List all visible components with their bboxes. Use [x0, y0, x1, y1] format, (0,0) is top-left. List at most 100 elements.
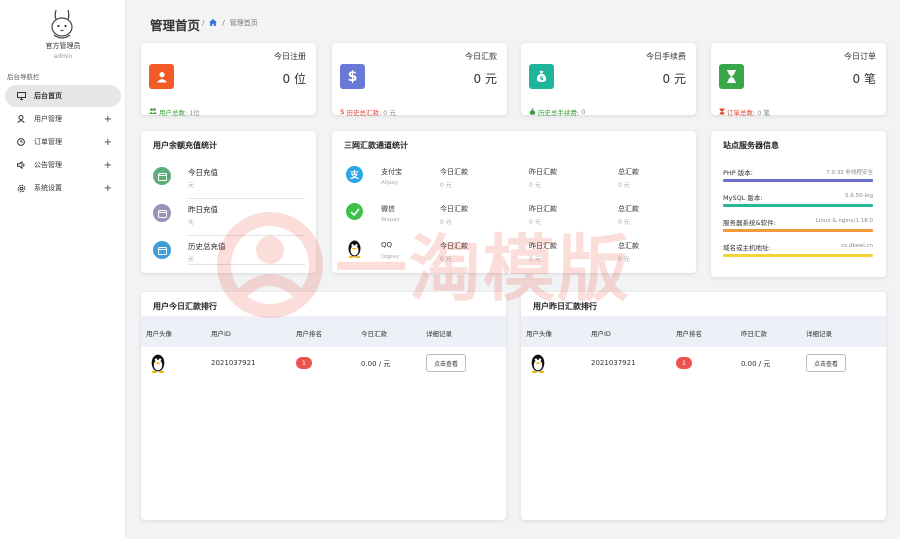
home-icon[interactable] — [209, 18, 218, 28]
user-icon — [14, 115, 28, 123]
table-header: 用户头像 用户ID 用户排名 今日汇款 详细记录 — [141, 316, 506, 347]
balance-stats-card: 用户余额充值统计 今日充值 元 昨日充值 元 历史总充值 元 — [141, 131, 316, 273]
col-head: 今日汇款 — [440, 242, 468, 250]
card-title: 三网汇款通道统计 — [344, 141, 408, 150]
monitor-icon — [14, 92, 28, 100]
expand-icon[interactable]: + — [104, 160, 112, 171]
sidebar-item-label: 系统设置 — [34, 184, 62, 192]
col-value: 0 元 — [440, 219, 452, 226]
stat-footer-label: 订单总数: — [727, 109, 756, 117]
calendar-icon — [153, 241, 171, 259]
item-unit: 元 — [188, 219, 195, 226]
stat-title: 今日注册 — [274, 52, 306, 61]
list-item: 昨日充值 元 — [153, 199, 303, 236]
list-item: 今日充值 元 — [153, 162, 303, 199]
stat-footer-label: 历史总手续费: — [538, 109, 580, 117]
breadcrumb-separator: / — [222, 19, 225, 27]
stat-card-fees: 今日手续费 $ 0 元 历史总手续费: 0 — [521, 43, 696, 117]
stat-card-remittance: 今日汇款 $ 0 元 $ 历史总汇款: 0 元 — [332, 43, 507, 117]
admin-name: 官方管理员 — [45, 42, 81, 50]
stat-footer: 历史总手续费: 0 — [529, 107, 585, 117]
stat-footer-value: 1位 — [189, 109, 200, 117]
rank-badge: 1 — [676, 357, 692, 369]
rank-badge: 1 — [296, 357, 312, 369]
expand-icon[interactable]: + — [104, 183, 112, 194]
ranking-today-card: 用户今日汇款排行 用户头像 用户ID 用户排名 今日汇款 详细记录 202103… — [141, 292, 506, 520]
col-head: 今日汇款 — [440, 205, 468, 213]
sidebar-item-label: 公告管理 — [34, 161, 62, 169]
column-header: 详细记录 — [806, 330, 832, 338]
item-unit: 元 — [188, 256, 195, 263]
stat-card-registrations: 今日注册 0 位 用户总数: 1位 — [141, 43, 316, 117]
server-value: 7.0.33 非线程安全 — [826, 170, 873, 176]
column-header: 昨日汇款 — [741, 330, 767, 338]
view-details-button[interactable]: 点击查看 — [806, 354, 846, 372]
stat-footer-value: 0 笔 — [757, 109, 770, 117]
dollar-icon: $ — [340, 64, 365, 89]
channel-sub: Alipay — [381, 180, 398, 186]
stat-footer: $ 历史总汇款: 0 元 — [340, 107, 396, 117]
col-value: 0 元 — [529, 256, 541, 263]
page-title: 管理首页 — [150, 18, 201, 33]
card-title: 用户今日汇款排行 — [153, 302, 217, 311]
color-bar — [723, 254, 873, 257]
nav-title: 后台导航栏 — [7, 73, 40, 81]
expand-icon[interactable]: + — [104, 114, 112, 125]
hourglass-icon — [719, 108, 725, 117]
breadcrumb-current: 管理首页 — [229, 19, 258, 27]
server-key: 服务器系统&软件: — [723, 219, 776, 227]
channel-name: 微信 — [381, 205, 395, 213]
col-value: 0 元 — [618, 219, 630, 226]
stat-value: 0 元 — [473, 72, 497, 86]
user-icon — [149, 64, 174, 89]
column-header: 用户排名 — [676, 330, 702, 338]
gear-icon — [14, 184, 28, 193]
color-bar — [723, 229, 873, 232]
amount: 0.00 / 元 — [361, 360, 391, 368]
item-label: 昨日充值 — [188, 205, 218, 214]
column-header: 详细记录 — [426, 330, 452, 338]
breadcrumb-separator: / — [202, 19, 205, 27]
hourglass-icon — [719, 64, 744, 89]
qq-avatar-icon — [151, 354, 165, 373]
stat-value: 0 笔 — [852, 72, 876, 86]
column-header: 用户排名 — [296, 330, 322, 338]
qq-icon — [348, 240, 361, 258]
sidebar-item-notices[interactable]: 公告管理 + — [5, 154, 121, 176]
col-value: 0 元 — [618, 256, 630, 263]
color-bar — [723, 179, 873, 182]
column-header: 用户ID — [591, 330, 611, 338]
sidebar-item-orders[interactable]: 订单管理 + — [5, 131, 121, 153]
channel-sub: Wxpay — [381, 217, 400, 223]
server-value: 5.6.50-log — [845, 193, 873, 199]
wechat-icon — [346, 203, 363, 220]
expand-icon[interactable]: + — [104, 137, 112, 148]
server-key: MySQL 版本: — [723, 194, 763, 202]
sidebar-item-home[interactable]: 后台首页 — [5, 85, 121, 107]
view-details-button[interactable]: 点击查看 — [426, 354, 466, 372]
sidebar-item-settings[interactable]: 系统设置 + — [5, 177, 121, 199]
column-header: 今日汇款 — [361, 330, 387, 338]
card-title: 用户昨日汇款排行 — [533, 302, 597, 311]
col-head: 总汇款 — [618, 168, 639, 176]
user-id: 2021037921 — [211, 359, 256, 367]
col-value: 0 元 — [529, 182, 541, 189]
sidebar-item-label: 用户管理 — [34, 115, 62, 123]
col-head: 昨日汇款 — [529, 168, 557, 176]
col-value: 0 元 — [440, 256, 452, 263]
rabbit-avatar — [51, 9, 73, 39]
admin-role: admin — [53, 53, 73, 60]
breadcrumb: / / 管理首页 — [202, 18, 258, 28]
divider — [188, 264, 305, 265]
sidebar: 官方管理员 admin 后台导航栏 后台首页 用户管理 + 订单管理 + 公告管… — [0, 0, 126, 539]
svg-text:$: $ — [540, 76, 544, 82]
stat-title: 今日手续费 — [646, 52, 686, 61]
color-bar — [723, 204, 873, 207]
col-head: 昨日汇款 — [529, 242, 557, 250]
stat-value: 0 元 — [662, 72, 686, 86]
sidebar-item-users[interactable]: 用户管理 + — [5, 108, 121, 130]
money-bag-icon: $ — [529, 64, 554, 89]
stat-card-orders: 今日订单 0 笔 订单总数: 0 笔 — [711, 43, 886, 117]
server-value: Linux & nginx/1.18.0 — [815, 218, 873, 224]
column-header: 用户ID — [211, 330, 231, 338]
